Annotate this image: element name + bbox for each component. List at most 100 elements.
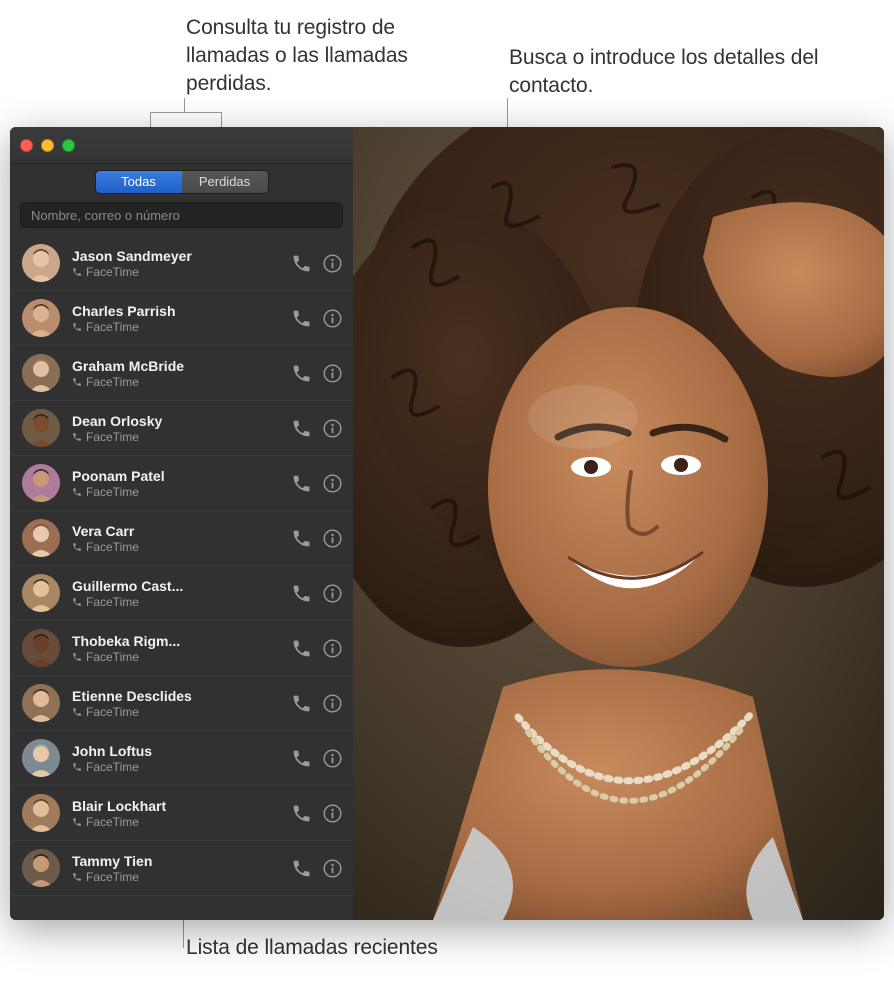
- contact-name: Thobeka Rigm...: [72, 633, 285, 649]
- call-button[interactable]: [291, 858, 312, 879]
- contact-name: Blair Lockhart: [72, 798, 285, 814]
- service-label: FaceTime: [86, 375, 139, 389]
- call-item-meta: Thobeka Rigm... FaceTime: [72, 633, 285, 664]
- call-button[interactable]: [291, 748, 312, 769]
- call-button[interactable]: [291, 638, 312, 659]
- avatar: [22, 849, 60, 887]
- avatar: [22, 519, 60, 557]
- minimize-button[interactable]: [41, 139, 54, 152]
- call-button[interactable]: [291, 253, 312, 274]
- search-input[interactable]: [20, 202, 343, 228]
- call-button[interactable]: [291, 803, 312, 824]
- info-icon: [322, 693, 343, 714]
- info-icon: [322, 308, 343, 329]
- service-label: FaceTime: [86, 705, 139, 719]
- call-item-meta: Blair Lockhart FaceTime: [72, 798, 285, 829]
- call-type: FaceTime: [72, 265, 285, 279]
- call-item-meta: Etienne Desclides FaceTime: [72, 688, 285, 719]
- info-icon: [322, 638, 343, 659]
- phone-icon: [291, 638, 312, 659]
- call-item-meta: Jason Sandmeyer FaceTime: [72, 248, 285, 279]
- phone-small-icon: [72, 707, 82, 717]
- phone-small-icon: [72, 542, 82, 552]
- call-type: FaceTime: [72, 485, 285, 499]
- callout-search: Busca o introduce los detalles del conta…: [509, 44, 829, 100]
- call-list-item[interactable]: Poonam Patel FaceTime: [10, 456, 353, 511]
- call-button[interactable]: [291, 308, 312, 329]
- call-button[interactable]: [291, 583, 312, 604]
- avatar: [22, 574, 60, 612]
- callout-line: [150, 112, 222, 113]
- info-button[interactable]: [322, 253, 343, 274]
- call-type: FaceTime: [72, 705, 285, 719]
- info-button[interactable]: [322, 473, 343, 494]
- call-list-item[interactable]: Etienne Desclides FaceTime: [10, 676, 353, 731]
- phone-icon: [291, 253, 312, 274]
- call-list-item[interactable]: Blair Lockhart FaceTime: [10, 786, 353, 841]
- call-button[interactable]: [291, 473, 312, 494]
- callout-line: [183, 920, 184, 948]
- info-button[interactable]: [322, 583, 343, 604]
- call-item-meta: Tammy Tien FaceTime: [72, 853, 285, 884]
- info-icon: [322, 473, 343, 494]
- service-label: FaceTime: [86, 650, 139, 664]
- info-button[interactable]: [322, 638, 343, 659]
- phone-icon: [291, 308, 312, 329]
- phone-icon: [291, 583, 312, 604]
- call-button[interactable]: [291, 363, 312, 384]
- info-button[interactable]: [322, 308, 343, 329]
- phone-icon: [291, 803, 312, 824]
- call-list-item[interactable]: Vera Carr FaceTime: [10, 511, 353, 566]
- call-type: FaceTime: [72, 650, 285, 664]
- info-button[interactable]: [322, 858, 343, 879]
- call-type: FaceTime: [72, 430, 285, 444]
- phone-icon: [291, 693, 312, 714]
- phone-icon: [291, 418, 312, 439]
- call-list-item[interactable]: Charles Parrish FaceTime: [10, 291, 353, 346]
- recent-calls-list: Jason Sandmeyer FaceTime Charl: [10, 236, 353, 920]
- info-button[interactable]: [322, 528, 343, 549]
- service-label: FaceTime: [86, 540, 139, 554]
- avatar: [22, 244, 60, 282]
- call-type: FaceTime: [72, 375, 285, 389]
- call-type: FaceTime: [72, 595, 285, 609]
- phone-icon: [291, 528, 312, 549]
- info-icon: [322, 528, 343, 549]
- call-type: FaceTime: [72, 540, 285, 554]
- call-list-item[interactable]: Dean Orlosky FaceTime: [10, 401, 353, 456]
- call-list-item[interactable]: Graham McBride FaceTime: [10, 346, 353, 401]
- phone-small-icon: [72, 597, 82, 607]
- call-list-item[interactable]: John Loftus FaceTime: [10, 731, 353, 786]
- call-list-item[interactable]: Tammy Tien FaceTime: [10, 841, 353, 896]
- avatar: [22, 739, 60, 777]
- info-button[interactable]: [322, 418, 343, 439]
- info-button[interactable]: [322, 363, 343, 384]
- service-label: FaceTime: [86, 815, 139, 829]
- callout-line: [184, 98, 185, 112]
- phone-small-icon: [72, 652, 82, 662]
- call-item-meta: John Loftus FaceTime: [72, 743, 285, 774]
- titlebar: [10, 127, 353, 164]
- info-button[interactable]: [322, 693, 343, 714]
- call-list-item[interactable]: Jason Sandmeyer FaceTime: [10, 236, 353, 291]
- contact-name: Poonam Patel: [72, 468, 285, 484]
- call-item-meta: Charles Parrish FaceTime: [72, 303, 285, 334]
- phone-icon: [291, 748, 312, 769]
- call-type: FaceTime: [72, 870, 285, 884]
- call-list-item[interactable]: Thobeka Rigm... FaceTime: [10, 621, 353, 676]
- call-button[interactable]: [291, 528, 312, 549]
- info-button[interactable]: [322, 748, 343, 769]
- call-button[interactable]: [291, 693, 312, 714]
- tab-all[interactable]: Todas: [96, 171, 182, 193]
- phone-small-icon: [72, 377, 82, 387]
- zoom-button[interactable]: [62, 139, 75, 152]
- close-button[interactable]: [20, 139, 33, 152]
- info-icon: [322, 803, 343, 824]
- tab-missed[interactable]: Perdidas: [182, 171, 268, 193]
- info-button[interactable]: [322, 803, 343, 824]
- call-button[interactable]: [291, 418, 312, 439]
- contact-name: Etienne Desclides: [72, 688, 285, 704]
- phone-small-icon: [72, 487, 82, 497]
- contact-name: Charles Parrish: [72, 303, 285, 319]
- call-list-item[interactable]: Guillermo Cast... FaceTime: [10, 566, 353, 621]
